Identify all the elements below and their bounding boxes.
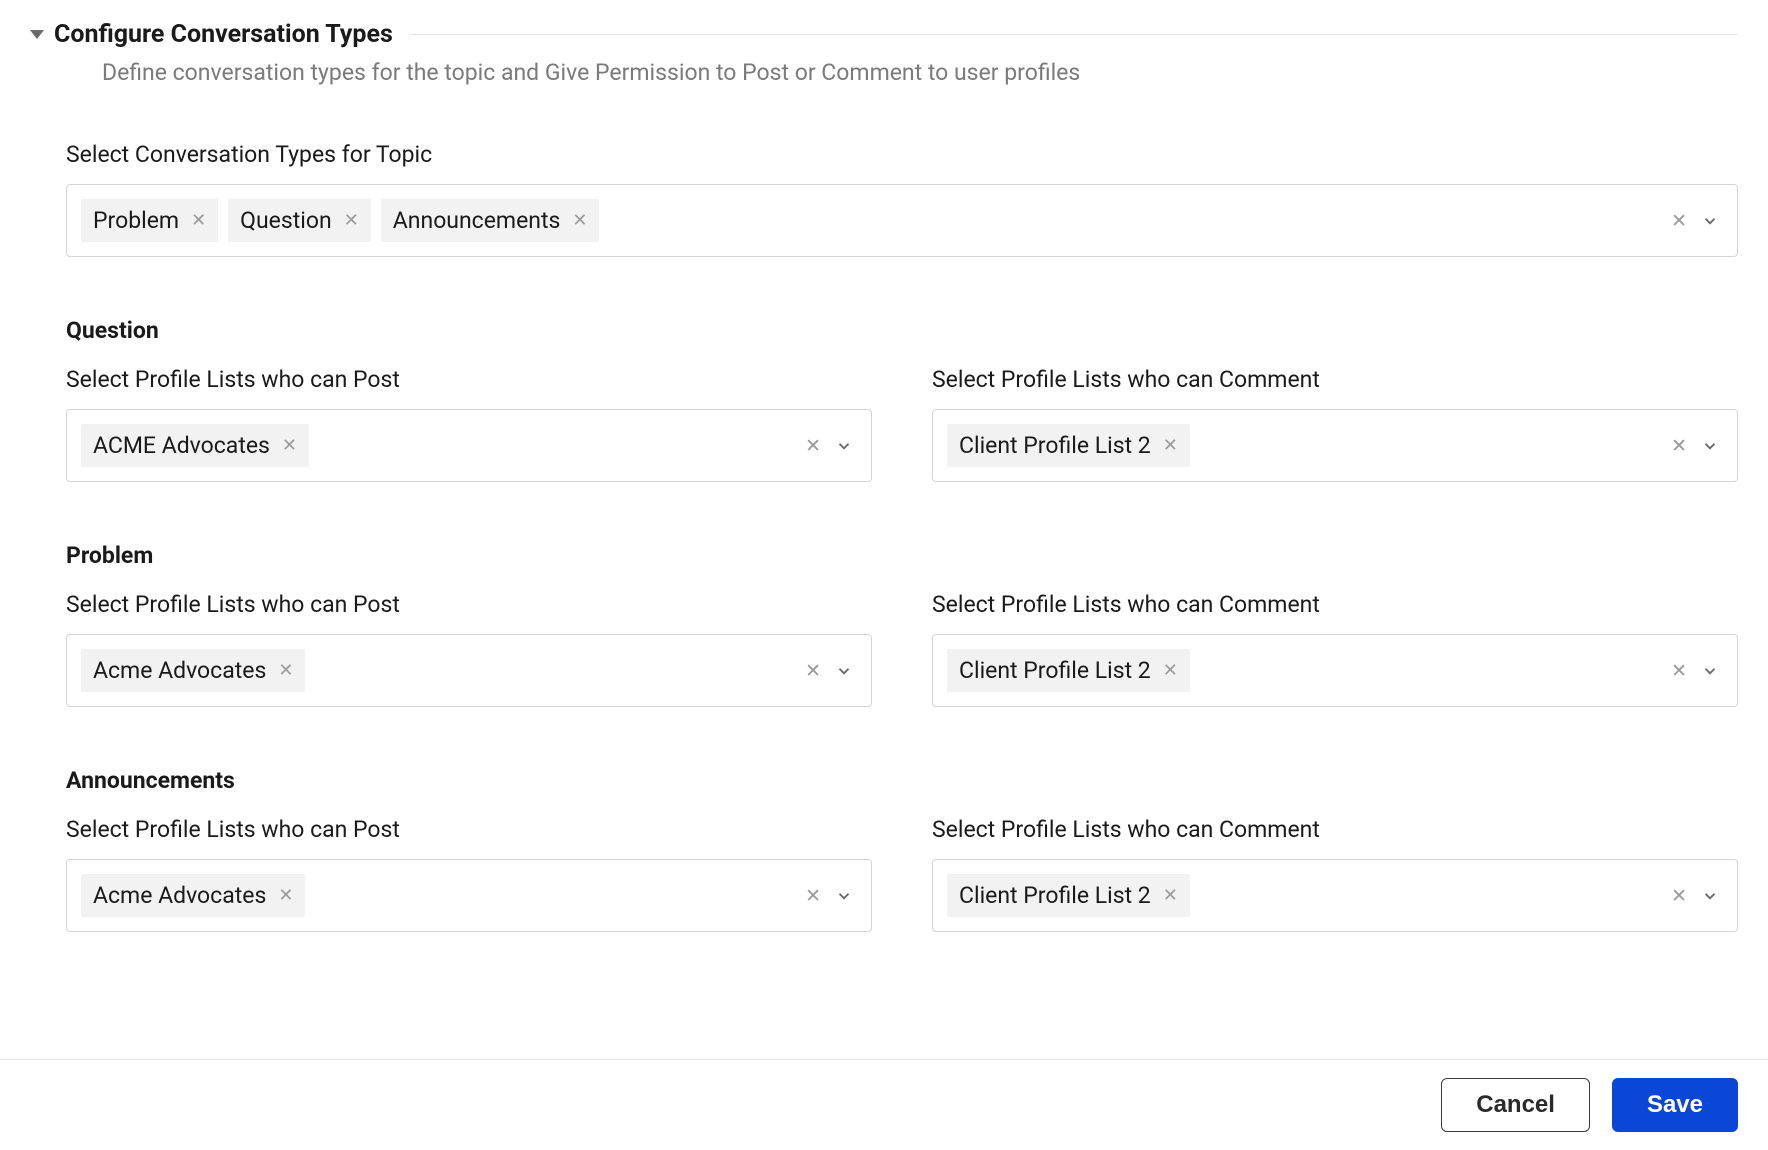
comment-label: Select Profile Lists who can Comment — [932, 366, 1738, 393]
comment-multiselect[interactable]: Client Profile List 2 ✕ ✕ — [932, 859, 1738, 932]
close-icon[interactable]: ✕ — [344, 212, 359, 230]
close-icon[interactable]: ✕ — [1163, 887, 1178, 905]
chip-label: Problem — [93, 207, 179, 234]
close-icon[interactable]: ✕ — [278, 662, 293, 680]
clear-all-icon[interactable]: ✕ — [805, 886, 821, 905]
clear-all-icon[interactable]: ✕ — [805, 661, 821, 680]
section-title: Configure Conversation Types — [54, 20, 393, 49]
type-title: Announcements — [66, 767, 1738, 794]
chip[interactable]: Acme Advocates ✕ — [81, 874, 305, 917]
topic-types-field: Select Conversation Types for Topic Prob… — [66, 141, 1738, 257]
post-column: Select Profile Lists who can Post Acme A… — [66, 591, 872, 707]
clear-all-icon[interactable]: ✕ — [1671, 661, 1687, 680]
topic-types-chips: Problem ✕ Question ✕ Announcements ✕ — [81, 199, 1661, 242]
topic-types-multiselect[interactable]: Problem ✕ Question ✕ Announcements ✕ ✕ — [66, 184, 1738, 257]
type-section-problem: Problem Select Profile Lists who can Pos… — [66, 542, 1738, 707]
chevron-down-icon[interactable] — [835, 437, 853, 455]
chip-label: Announcements — [393, 207, 561, 234]
chip[interactable]: Client Profile List 2 ✕ — [947, 649, 1190, 692]
post-label: Select Profile Lists who can Post — [66, 366, 872, 393]
chip-label: ACME Advocates — [93, 432, 270, 459]
chip[interactable]: Question ✕ — [228, 199, 371, 242]
comment-multiselect[interactable]: Client Profile List 2 ✕ ✕ — [932, 634, 1738, 707]
topic-types-label: Select Conversation Types for Topic — [66, 141, 1738, 168]
comment-column: Select Profile Lists who can Comment Cli… — [932, 816, 1738, 932]
chip-label: Client Profile List 2 — [959, 432, 1151, 459]
close-icon[interactable]: ✕ — [1163, 437, 1178, 455]
chevron-down-icon[interactable] — [835, 887, 853, 905]
type-title: Problem — [66, 542, 1738, 569]
post-label: Select Profile Lists who can Post — [66, 816, 872, 843]
post-label: Select Profile Lists who can Post — [66, 591, 872, 618]
type-title: Question — [66, 317, 1738, 344]
chevron-down-icon[interactable] — [835, 662, 853, 680]
chip[interactable]: Acme Advocates ✕ — [81, 649, 305, 692]
chip-label: Acme Advocates — [93, 882, 266, 909]
clear-all-icon[interactable]: ✕ — [1671, 436, 1687, 455]
chevron-down-icon[interactable] — [1701, 887, 1719, 905]
footer-bar: Cancel Save — [0, 1059, 1768, 1150]
close-icon[interactable]: ✕ — [191, 212, 206, 230]
post-multiselect[interactable]: Acme Advocates ✕ ✕ — [66, 859, 872, 932]
chevron-down-icon[interactable] — [1701, 212, 1719, 230]
section-subtitle: Define conversation types for the topic … — [66, 59, 1738, 86]
cancel-button[interactable]: Cancel — [1441, 1078, 1590, 1132]
collapse-caret-icon[interactable] — [30, 30, 44, 39]
comment-column: Select Profile Lists who can Comment Cli… — [932, 366, 1738, 482]
comment-label: Select Profile Lists who can Comment — [932, 816, 1738, 843]
chip-label: Acme Advocates — [93, 657, 266, 684]
type-section-announcements: Announcements Select Profile Lists who c… — [66, 767, 1738, 932]
close-icon[interactable]: ✕ — [1163, 662, 1178, 680]
post-multiselect[interactable]: ACME Advocates ✕ ✕ — [66, 409, 872, 482]
clear-all-icon[interactable]: ✕ — [1671, 886, 1687, 905]
chip[interactable]: ACME Advocates ✕ — [81, 424, 309, 467]
comment-column: Select Profile Lists who can Comment Cli… — [932, 591, 1738, 707]
chevron-down-icon[interactable] — [1701, 662, 1719, 680]
close-icon[interactable]: ✕ — [572, 212, 587, 230]
chip[interactable]: Client Profile List 2 ✕ — [947, 874, 1190, 917]
chip-label: Client Profile List 2 — [959, 882, 1151, 909]
type-section-question: Question Select Profile Lists who can Po… — [66, 317, 1738, 482]
post-multiselect[interactable]: Acme Advocates ✕ ✕ — [66, 634, 872, 707]
chip[interactable]: Problem ✕ — [81, 199, 218, 242]
post-column: Select Profile Lists who can Post Acme A… — [66, 816, 872, 932]
chip-label: Client Profile List 2 — [959, 657, 1151, 684]
chip-label: Question — [240, 207, 332, 234]
section-header: Configure Conversation Types — [30, 20, 1738, 49]
close-icon[interactable]: ✕ — [278, 887, 293, 905]
close-icon[interactable]: ✕ — [282, 437, 297, 455]
post-column: Select Profile Lists who can Post ACME A… — [66, 366, 872, 482]
chip[interactable]: Client Profile List 2 ✕ — [947, 424, 1190, 467]
chip[interactable]: Announcements ✕ — [381, 199, 600, 242]
clear-all-icon[interactable]: ✕ — [805, 436, 821, 455]
clear-all-icon[interactable]: ✕ — [1671, 211, 1687, 230]
comment-multiselect[interactable]: Client Profile List 2 ✕ ✕ — [932, 409, 1738, 482]
save-button[interactable]: Save — [1612, 1078, 1738, 1132]
comment-label: Select Profile Lists who can Comment — [932, 591, 1738, 618]
chevron-down-icon[interactable] — [1701, 437, 1719, 455]
divider — [411, 34, 1738, 35]
